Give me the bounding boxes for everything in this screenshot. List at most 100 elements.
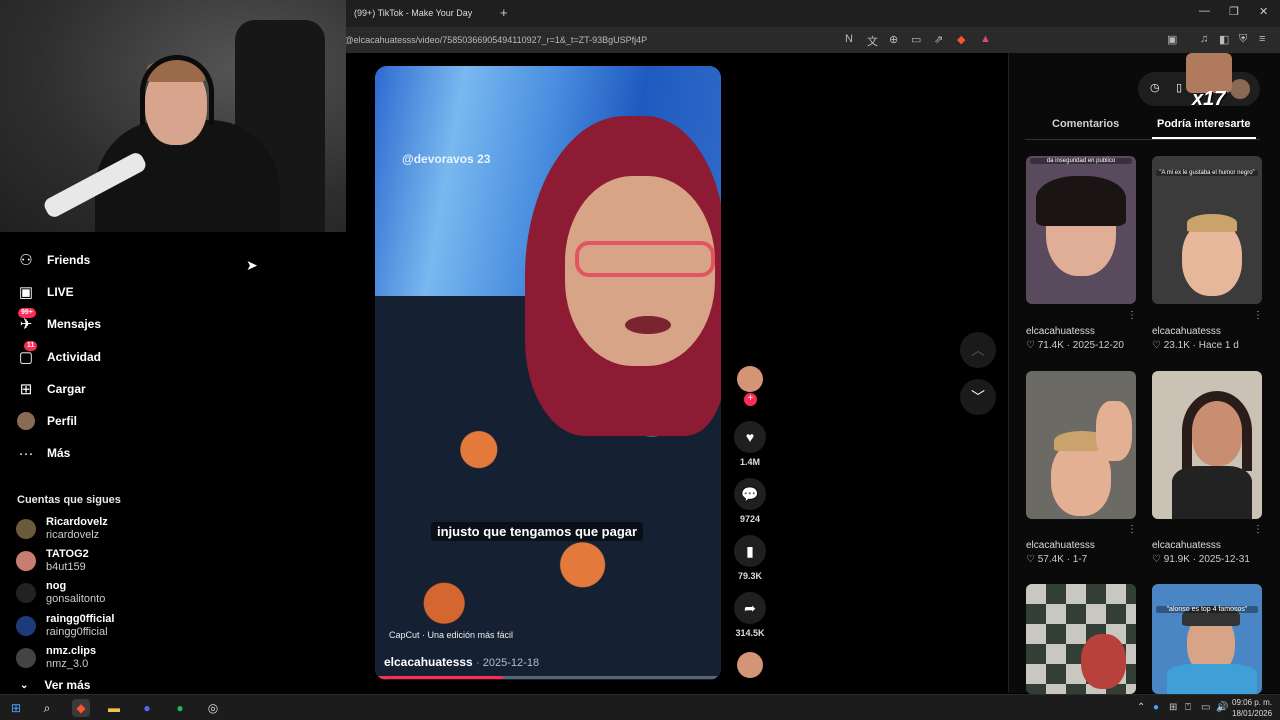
music-icon[interactable]: ♫ [1200,33,1208,45]
user-avatar[interactable] [1230,79,1250,99]
followed-account[interactable]: TATOG2 b4ut159 [16,546,89,576]
nav-item-activity[interactable]: ▢ 11 Actividad [16,341,101,369]
comment-count: 9724 [739,514,761,524]
video-player[interactable]: @devoravos 23 injusto que tengamos que p… [375,66,721,680]
more-options-icon[interactable]: ⋮ [1127,310,1137,321]
video-author[interactable]: elcacahuatesss [1152,326,1239,337]
volume-icon[interactable]: 🔊 [1216,702,1228,713]
url-field[interactable]: /@elcacahuatesss/video/75850366905494110… [342,35,647,45]
file-explorer-icon[interactable]: ▬ [105,699,123,717]
suggested-video-thumbnail[interactable] [1026,371,1136,519]
browser-tab[interactable]: (99+) TikTok - Make Your Day [346,2,496,24]
no-translate-icon[interactable]: N [845,33,853,45]
split-view-icon[interactable]: ◧ [1219,33,1229,46]
creator-avatar[interactable] [737,366,763,392]
nav-item-messages[interactable]: ✈ 99+ Mensajes [16,308,101,336]
followed-account[interactable]: Ricardovelz ricardovelz [16,514,108,544]
windows-start-icon[interactable]: ⊞ [7,699,25,717]
next-video-button[interactable]: ﹀ [960,379,996,415]
video-watermark: @devoravos 23 [402,152,491,166]
suggested-video-thumbnail[interactable] [1026,584,1136,694]
brave-shield-icon[interactable]: ◆ [957,33,965,46]
minimize-icon[interactable]: — [1199,5,1210,17]
comment-button[interactable]: 💬 9724 [734,478,766,524]
music-disc-icon[interactable] [737,652,763,678]
search-icon[interactable]: ⌕ [38,699,56,717]
chevron-down-icon: ﹀ [971,389,985,405]
like-button[interactable]: ♥ 1.4M [734,421,766,467]
followed-account[interactable]: nmz.clips nmz_3.0 [16,643,96,673]
phone-icon[interactable]: ▯ [1176,81,1182,94]
progress-fill [375,676,504,679]
video-author[interactable]: elcacahuatesss [1026,540,1095,551]
rewards-icon[interactable]: ▲ [980,33,991,45]
heart-outline-icon: ♡ [1026,340,1035,351]
video-author[interactable]: elcacahuatesss [1152,540,1250,551]
save-button[interactable]: ▮ 79.3K [734,535,766,581]
clock-date: 18/01/2026 [1232,709,1273,718]
discord-icon[interactable]: ● [138,699,156,717]
translate-icon[interactable]: 文 [867,33,878,49]
tray-chevron-icon[interactable]: ⌃ [1137,702,1145,713]
video-author[interactable]: elcacahuatesss · 2025-12-18 [384,655,539,669]
steam-icon[interactable]: ● [1153,702,1159,713]
nav-item-upload[interactable]: ⊞ Cargar [16,377,86,401]
video-meta: elcacahuatesss ♡ 91.9K · 2025-12-31 [1152,540,1250,565]
like-count: 1.4M [739,457,760,467]
microphone-icon[interactable]: ⍞ [1185,702,1191,713]
nav-item-live[interactable]: ▣ LIVE [16,280,74,304]
previous-video-button[interactable]: ︿ [960,332,996,368]
suggested-video-thumbnail[interactable]: da inseguridad en publico [1026,156,1136,304]
messages-icon: ✈ 99+ [16,308,36,334]
spotify-icon[interactable]: ● [171,699,189,717]
tab-comments[interactable]: Comentarios [1052,118,1119,130]
restore-icon[interactable]: ❐ [1229,5,1239,18]
tab-suggested[interactable]: Podría interesarte [1157,118,1251,130]
vpn-icon[interactable]: ⛨ [1239,33,1247,46]
avatar [16,648,36,668]
display-icon[interactable]: ▭ [1201,702,1210,713]
see-more-button[interactable]: ⌄ Ver más [20,678,90,692]
new-tab-button[interactable]: + [500,5,508,20]
bookmark-icon: ▮ [734,535,766,567]
thumbnail-text: "alonso es top 4 famosos" [1156,606,1258,613]
follow-plus-icon[interactable]: + [744,393,757,406]
sidebar-icon[interactable]: ▣ [1167,33,1177,46]
nav-item-more[interactable]: ··· Más [16,441,71,465]
obs-icon[interactable]: ◎ [204,699,222,717]
nav-item-profile[interactable]: Perfil [16,409,77,433]
heart-outline-icon: ♡ [1152,554,1161,565]
system-clock[interactable]: 09:06 p. m. 18/01/2026 [1232,697,1272,719]
more-options-icon[interactable]: ⋮ [1127,524,1137,535]
suggested-video-thumbnail[interactable]: "alonso es top 4 famosos" [1152,584,1262,694]
profile-icon [16,411,36,431]
like-count: 71.4K [1037,340,1064,351]
upload-icon: ⊞ [19,381,33,398]
windows-taskbar: ⊞ ⌕ ◆ ▬ ● ● ◎ ⌃ ● ⊞ ⍞ ▭ 🔊 09:06 p. m. 18… [0,694,1280,720]
cast-icon[interactable]: ▭ [911,33,921,46]
like-count: 23.1K [1163,340,1190,351]
suggested-video-thumbnail[interactable]: "A mi ex le gustaba el humor negro" [1152,156,1262,304]
followed-account[interactable]: raingg0fficial raingg0fficial [16,611,114,641]
friends-icon: ⚇ [19,252,33,269]
brave-browser-icon[interactable]: ◆ [72,699,90,717]
avatar [16,616,36,636]
share-button[interactable]: ➦ 314.5K [734,592,766,638]
share-icon[interactable]: ⇗ [934,33,943,46]
clock-icon[interactable]: ◷ [1150,81,1160,94]
like-count: 57.4K [1037,554,1064,565]
nav-item-friends[interactable]: ⚇ Friends [16,248,90,272]
suggested-video-thumbnail[interactable] [1152,371,1262,519]
following-heading: Cuentas que sigues [17,494,121,506]
zoom-icon[interactable]: ⊕ [889,33,898,46]
capcut-label: CapCut · Una edición más fácil [389,630,514,640]
menu-icon[interactable]: ≡ [1259,33,1265,45]
more-options-icon[interactable]: ⋮ [1253,524,1263,535]
network-tray-icon[interactable]: ⊞ [1169,702,1177,713]
video-progress-bar[interactable] [375,676,721,679]
followed-account[interactable]: nog gonsalitonto [16,578,105,608]
close-icon[interactable]: ✕ [1259,5,1268,18]
share-arrow-icon: ➦ [734,592,766,624]
more-options-icon[interactable]: ⋮ [1253,310,1263,321]
video-author[interactable]: elcacahuatesss [1026,326,1124,337]
